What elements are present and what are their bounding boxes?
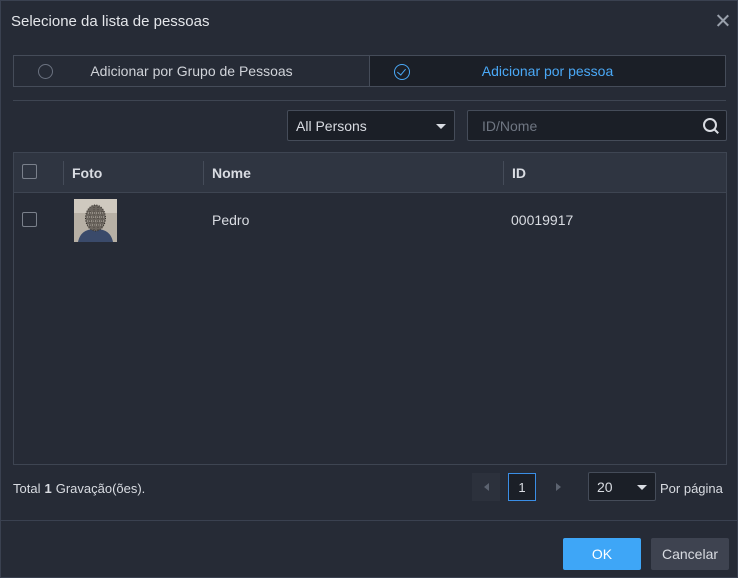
close-icon[interactable] [713, 11, 733, 31]
divider [13, 100, 726, 101]
select-person-dialog: Selecione da lista de pessoas Adicionar … [0, 0, 738, 578]
table-header: Foto Nome ID [14, 153, 726, 193]
dropdown-caret-icon [436, 124, 446, 129]
cancel-button[interactable]: Cancelar [651, 538, 729, 570]
page-number-current[interactable]: 1 [508, 473, 536, 501]
total-records: Total 1 Gravação(ões). [13, 481, 145, 496]
chevron-right-icon [555, 483, 561, 491]
search-box [467, 110, 727, 141]
column-separator[interactable] [203, 161, 204, 185]
header-id[interactable]: ID [512, 153, 526, 193]
mode-switch: Adicionar por Grupo de Pessoas Adicionar… [13, 55, 726, 87]
page-size-value: 20 [597, 478, 613, 495]
page-size-select[interactable]: 20 [588, 472, 656, 501]
person-photo [74, 199, 117, 242]
footer-divider [1, 520, 738, 521]
person-filter-value: All Persons [296, 117, 367, 134]
person-table: Foto Nome ID Pedro 00019917 [13, 152, 727, 465]
mode-person-label: Adicionar por pessoa [481, 63, 614, 79]
row-checkbox[interactable] [22, 212, 37, 227]
ok-button[interactable]: OK [563, 538, 641, 570]
search-icon[interactable] [702, 117, 720, 135]
search-input[interactable] [468, 111, 696, 140]
mode-group-option[interactable]: Adicionar por Grupo de Pessoas [14, 56, 370, 86]
column-separator[interactable] [63, 161, 64, 185]
per-page-label: Por página [660, 481, 723, 496]
person-photo-image [74, 199, 117, 242]
mode-person-option[interactable]: Adicionar por pessoa [370, 56, 725, 86]
dropdown-caret-icon [637, 485, 647, 490]
select-all-checkbox[interactable] [22, 164, 37, 179]
column-separator[interactable] [503, 161, 504, 185]
records-label: Gravação(ões). [55, 481, 146, 496]
header-name[interactable]: Nome [212, 153, 251, 193]
total-label: Total [13, 481, 41, 496]
chevron-left-icon [483, 483, 489, 491]
header-photo[interactable]: Foto [72, 153, 102, 193]
radio-empty-icon[interactable] [38, 64, 53, 79]
cell-name: Pedro [212, 212, 250, 228]
dialog-title: Selecione da lista de pessoas [11, 13, 210, 30]
mode-group-label: Adicionar por Grupo de Pessoas [90, 63, 293, 79]
radio-checked-icon[interactable] [394, 64, 410, 80]
prev-page-button[interactable] [472, 473, 500, 501]
table-row[interactable]: Pedro 00019917 [14, 194, 726, 246]
next-page-button[interactable] [544, 473, 572, 501]
cell-id: 00019917 [511, 212, 574, 228]
total-count: 1 [44, 481, 52, 496]
person-filter-select[interactable]: All Persons [287, 110, 455, 141]
